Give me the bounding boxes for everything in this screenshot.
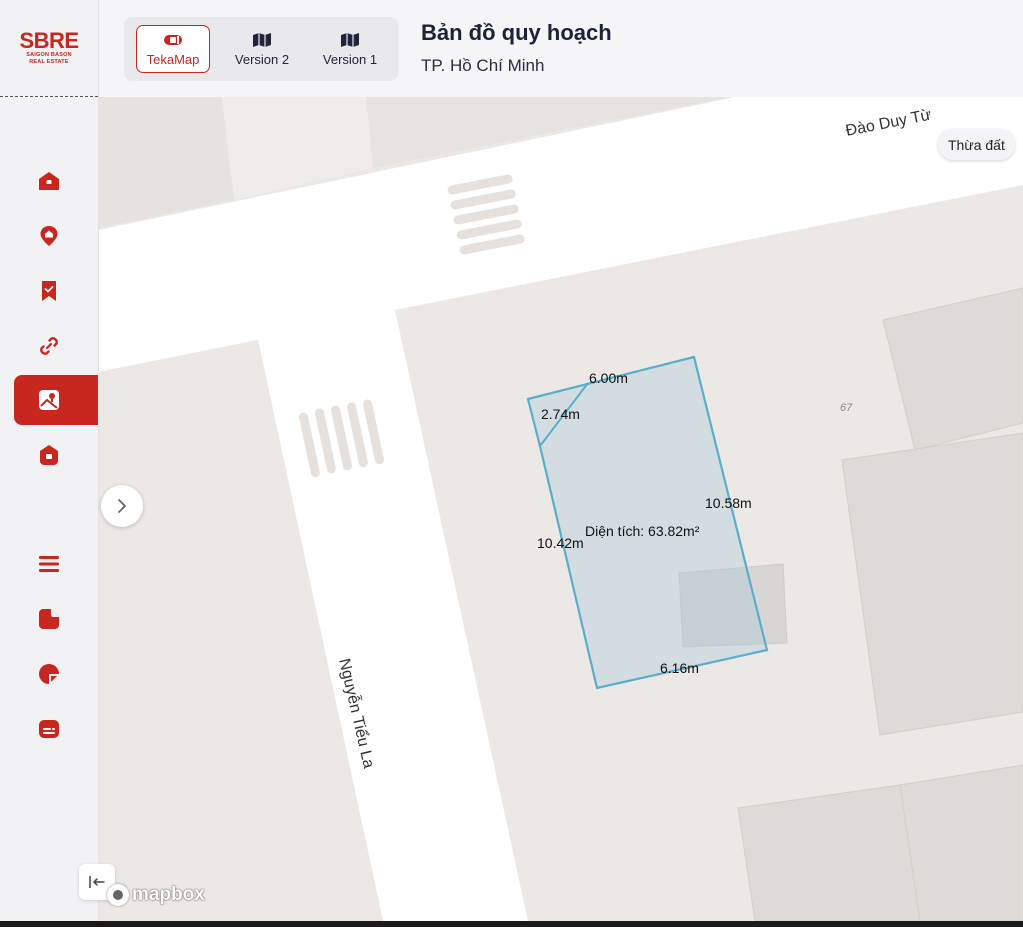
chart-pie-icon (39, 664, 59, 684)
edge-label-bottom: 6.16m (660, 660, 699, 676)
building (899, 764, 1023, 921)
logo-subtext: SAIGON BASON REAL ESTATE (26, 52, 72, 65)
sidebar-item-news[interactable] (14, 705, 98, 753)
mapbox-wordmark: mapbox (132, 884, 205, 905)
parcel-type-chip[interactable]: Thừa đất (938, 129, 1015, 160)
document-icon (39, 609, 59, 629)
expand-sidebar-button[interactable] (101, 485, 143, 527)
link-icon (40, 337, 58, 355)
house-number-label: 67 (840, 402, 853, 414)
news-icon (39, 720, 59, 738)
page-title: Bản đồ quy hoạch (421, 20, 612, 45)
map-icon (253, 32, 271, 47)
brand-logo[interactable]: SBRE SAIGON BASON REAL ESTATE (0, 0, 98, 97)
sidebar: SBRE SAIGON BASON REAL ESTATE (0, 0, 99, 921)
building (737, 784, 921, 921)
sidebar-item-home[interactable] (14, 157, 98, 205)
map-icon (341, 32, 359, 47)
sidebar-item-location[interactable] (14, 212, 98, 260)
menu-icon (39, 556, 59, 572)
location-home-icon (40, 226, 58, 246)
app-window: SBRE SAIGON BASON REAL ESTATE TekaMap Ve… (0, 0, 1023, 921)
house-shield-icon (40, 445, 58, 465)
map-option-tekamap[interactable]: TekaMap (136, 25, 210, 73)
bookmark-check-icon (42, 281, 56, 301)
edge-label-top: 6.00m (589, 370, 628, 386)
header: TekaMap Version 2 Version 1 Bản đồ quy h… (98, 0, 1023, 97)
sidebar-item-statistics[interactable] (14, 650, 98, 698)
chevron-right-icon (118, 499, 126, 513)
sidebar-item-documents[interactable] (14, 595, 98, 643)
edge-label-right: 10.58m (705, 495, 752, 511)
map-option-version-2[interactable]: Version 2 (225, 25, 299, 73)
map-option-label: Version 2 (234, 51, 290, 67)
page-subtitle: TP. Hồ Chí Minh (421, 56, 545, 75)
sidebar-item-planning-map[interactable] (14, 375, 98, 425)
tekamap-icon (164, 34, 182, 45)
sidebar-item-menu[interactable] (14, 540, 98, 588)
map-layer[interactable] (98, 97, 1023, 921)
edge-label-left: 10.42m (537, 535, 584, 551)
mapbox-attribution[interactable]: mapbox (107, 884, 205, 906)
map-canvas[interactable]: Đào Duy Từ Nguyễn Tiểu La 67 6.00m 2.74m… (98, 97, 1023, 921)
sidebar-item-links[interactable] (14, 322, 98, 370)
map-option-label: Version 1 (322, 51, 378, 67)
sidebar-item-property[interactable] (14, 431, 98, 479)
home-icon (39, 172, 59, 190)
arrow-left-bar-icon (89, 876, 105, 888)
mapbox-logo-icon (107, 884, 129, 906)
parcel-area-label: Diện tích: 63.82m² (585, 523, 700, 539)
map-option-label: TekaMap (146, 51, 200, 67)
edge-label-chamfer: 2.74m (541, 406, 580, 422)
map-image-icon (39, 390, 59, 410)
logo-text: SBRE (19, 28, 79, 53)
sidebar-item-saved[interactable] (14, 267, 98, 315)
map-version-selector: TekaMap Version 2 Version 1 (124, 17, 398, 81)
map-option-version-1[interactable]: Version 1 (313, 25, 387, 73)
